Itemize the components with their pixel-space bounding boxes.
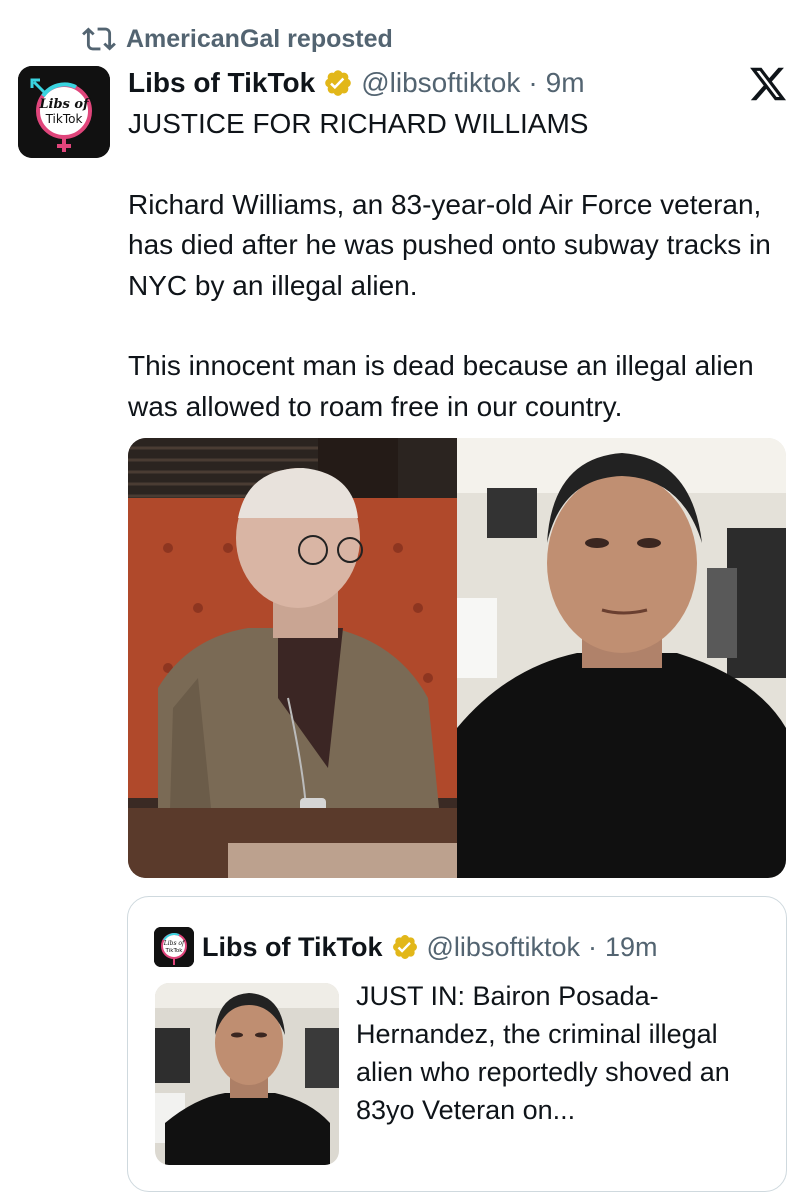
quoted-tweet-timestamp[interactable]: 19m [605, 932, 658, 963]
quoted-tweet[interactable]: Libs of TikTok Libs of TikTok @libsoftik… [127, 896, 787, 1192]
tweet-paragraph-2: This innocent man is dead because an ill… [128, 350, 754, 422]
libs-of-tiktok-logo: Libs of TikTok [18, 66, 110, 158]
tweet-timestamp[interactable]: 9m [546, 67, 585, 99]
tweet-body: JUSTICE FOR RICHARD WILLIAMS Richard Wil… [128, 104, 788, 427]
tweet-headline: JUSTICE FOR RICHARD WILLIAMS [128, 108, 589, 139]
svg-text:TikTok: TikTok [45, 112, 83, 126]
quoted-author-name[interactable]: Libs of TikTok [202, 932, 383, 963]
tweet-paragraph-1: Richard Williams, an 83-year-old Air For… [128, 188, 771, 301]
repost-icon [82, 27, 116, 51]
repost-indicator[interactable]: AmericanGal reposted [82, 22, 393, 56]
author-avatar[interactable]: Libs of TikTok [18, 66, 110, 158]
photo-suspect[interactable] [457, 438, 786, 878]
svg-text:TikTok: TikTok [165, 948, 184, 954]
svg-text:Libs of: Libs of [38, 97, 91, 112]
quoted-author-avatar[interactable]: Libs of TikTok [154, 927, 194, 967]
tweet-header: Libs of TikTok @libsoftiktok · 9m [128, 62, 585, 104]
verified-badge-icon [325, 70, 352, 96]
x-logo-icon[interactable] [748, 64, 788, 104]
quoted-tweet-header: Libs of TikTok Libs of TikTok @libsoftik… [154, 927, 658, 967]
quoted-tweet-thumbnail[interactable] [155, 983, 339, 1165]
repost-text: AmericanGal reposted [126, 24, 393, 53]
tweet-media[interactable] [128, 438, 786, 878]
photo-elderly-man[interactable] [128, 438, 457, 878]
dot-separator: · [528, 67, 538, 98]
verified-badge-icon [392, 935, 417, 959]
author-name[interactable]: Libs of TikTok [128, 67, 315, 99]
quoted-tweet-text: JUST IN: Bairon Posada-Hernandez, the cr… [356, 981, 730, 1125]
quoted-author-handle[interactable]: @libsoftiktok [427, 932, 580, 963]
dot-separator: · [587, 931, 597, 962]
author-handle[interactable]: @libsoftiktok [361, 67, 520, 99]
libs-of-tiktok-logo-small: Libs of TikTok [154, 927, 194, 967]
svg-text:Libs of: Libs of [163, 940, 186, 947]
